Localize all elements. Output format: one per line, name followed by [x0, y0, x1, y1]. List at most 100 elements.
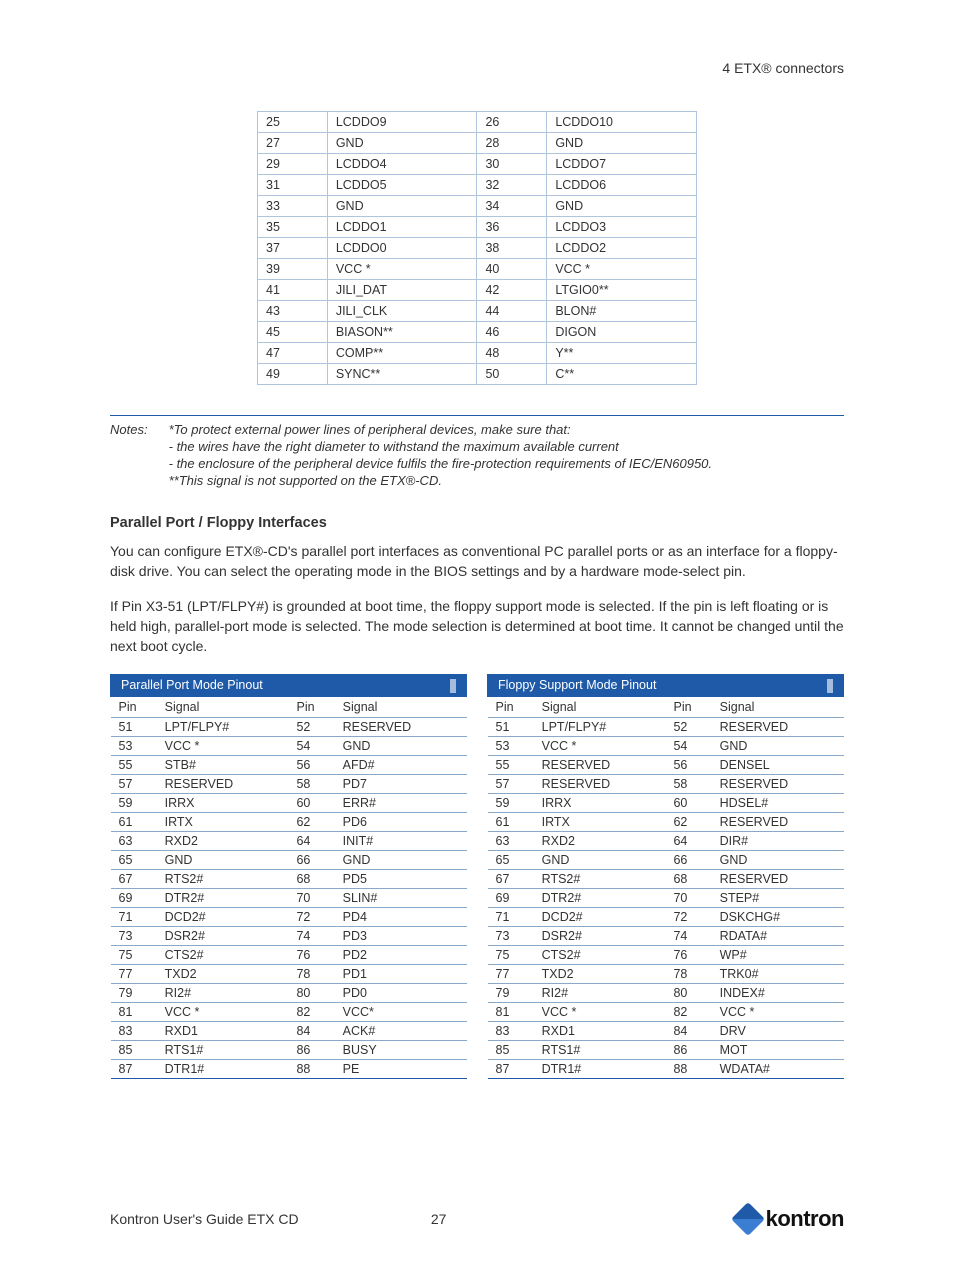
cell: RXD2: [534, 832, 666, 851]
cell: 61: [488, 813, 534, 832]
cell: 28: [477, 133, 547, 154]
cell: DTR2#: [534, 889, 666, 908]
cell: ACK#: [335, 1022, 467, 1041]
cell: 30: [477, 154, 547, 175]
table-row: 73DSR2#74PD3: [111, 927, 467, 946]
cell: 51: [488, 718, 534, 737]
table-row: 57RESERVED58RESERVED: [488, 775, 844, 794]
cell: 71: [111, 908, 157, 927]
cell: 46: [477, 322, 547, 343]
cell: 56: [288, 756, 334, 775]
cell: 67: [488, 870, 534, 889]
cell: 53: [111, 737, 157, 756]
table-row: 57RESERVED58PD7: [111, 775, 467, 794]
cell: GND: [327, 196, 477, 217]
cell: 67: [111, 870, 157, 889]
cell: PD2: [335, 946, 467, 965]
body-paragraph: You can configure ETX®-CD's parallel por…: [110, 541, 844, 582]
page-header: 4 ETX® connectors: [110, 60, 844, 76]
divider: [110, 415, 844, 416]
cell: DSKCHG#: [712, 908, 844, 927]
cell: VCC *: [534, 737, 666, 756]
cell: 37: [258, 238, 328, 259]
table-row: 79RI2#80PD0: [111, 984, 467, 1003]
cell: 80: [288, 984, 334, 1003]
notes-line: - the enclosure of the peripheral device…: [169, 456, 843, 471]
table-row: 87DTR1#88WDATA#: [488, 1060, 844, 1079]
table-row: 85RTS1#86BUSY: [111, 1041, 467, 1060]
cell: 44: [477, 301, 547, 322]
cell: 59: [111, 794, 157, 813]
cell: 80: [665, 984, 711, 1003]
cell: 47: [258, 343, 328, 364]
table-row: 83RXD184DRV: [488, 1022, 844, 1041]
cell: 77: [488, 965, 534, 984]
cell: 85: [488, 1041, 534, 1060]
cell: 58: [288, 775, 334, 794]
table-row: 59IRRX60ERR#: [111, 794, 467, 813]
table-row: 45BIASON**46DIGON: [258, 322, 697, 343]
table-row: 73DSR2#74RDATA#: [488, 927, 844, 946]
cell: 52: [665, 718, 711, 737]
table-row: 65GND66GND: [111, 851, 467, 870]
cell: 25: [258, 112, 328, 133]
cell: PD0: [335, 984, 467, 1003]
cell: 72: [665, 908, 711, 927]
col-header: Signal: [712, 697, 844, 718]
cell: LPT/FLPY#: [157, 718, 289, 737]
cell: C**: [547, 364, 697, 385]
cell: JILI_DAT: [327, 280, 477, 301]
col-header: Pin: [111, 697, 157, 718]
cell: 61: [111, 813, 157, 832]
cell: 86: [665, 1041, 711, 1060]
cell: TRK0#: [712, 965, 844, 984]
cell: GND: [335, 851, 467, 870]
cell: TXD2: [534, 965, 666, 984]
table-row: 75CTS2#76PD2: [111, 946, 467, 965]
cell: 40: [477, 259, 547, 280]
cell: 70: [665, 889, 711, 908]
cell: 76: [665, 946, 711, 965]
cell: 74: [288, 927, 334, 946]
cell: RXD1: [534, 1022, 666, 1041]
cell: RESERVED: [157, 775, 289, 794]
cell: 79: [111, 984, 157, 1003]
table-row: 51LPT/FLPY#52RESERVED: [488, 718, 844, 737]
cell: MOT: [712, 1041, 844, 1060]
cell: 69: [488, 889, 534, 908]
cell: 39: [258, 259, 328, 280]
cell: GND: [547, 133, 697, 154]
cell: 54: [288, 737, 334, 756]
signal-table-top: 25LCDDO926LCDDO1027GND28GND29LCDDO430LCD…: [257, 111, 697, 385]
notes-line: *To protect external power lines of peri…: [169, 422, 843, 437]
cell: RESERVED: [534, 756, 666, 775]
cell: 88: [288, 1060, 334, 1079]
cell: 54: [665, 737, 711, 756]
table-row: 87DTR1#88PE: [111, 1060, 467, 1079]
cell: DSR2#: [157, 927, 289, 946]
cell: 60: [288, 794, 334, 813]
table-row: 75CTS2#76WP#: [488, 946, 844, 965]
cell: PD4: [335, 908, 467, 927]
cell: IRTX: [157, 813, 289, 832]
cell: LCDDO0: [327, 238, 477, 259]
cell: BUSY: [335, 1041, 467, 1060]
cell: VCC *: [157, 737, 289, 756]
table-row: 79RI2#80INDEX#: [488, 984, 844, 1003]
cell: DRV: [712, 1022, 844, 1041]
cell: JILI_CLK: [327, 301, 477, 322]
cell: 49: [258, 364, 328, 385]
cell: DIR#: [712, 832, 844, 851]
cell: 57: [111, 775, 157, 794]
cell: 75: [488, 946, 534, 965]
cell: LPT/FLPY#: [534, 718, 666, 737]
kontron-logo: kontron: [736, 1206, 844, 1232]
table-row: 69DTR2#70SLIN#: [111, 889, 467, 908]
section-heading: Parallel Port / Floppy Interfaces: [110, 515, 844, 531]
cell: PD1: [335, 965, 467, 984]
cell: 76: [288, 946, 334, 965]
table-row: 51LPT/FLPY#52RESERVED: [111, 718, 467, 737]
cell: RXD1: [157, 1022, 289, 1041]
cell: 87: [488, 1060, 534, 1079]
table-row: 61IRTX62RESERVED: [488, 813, 844, 832]
